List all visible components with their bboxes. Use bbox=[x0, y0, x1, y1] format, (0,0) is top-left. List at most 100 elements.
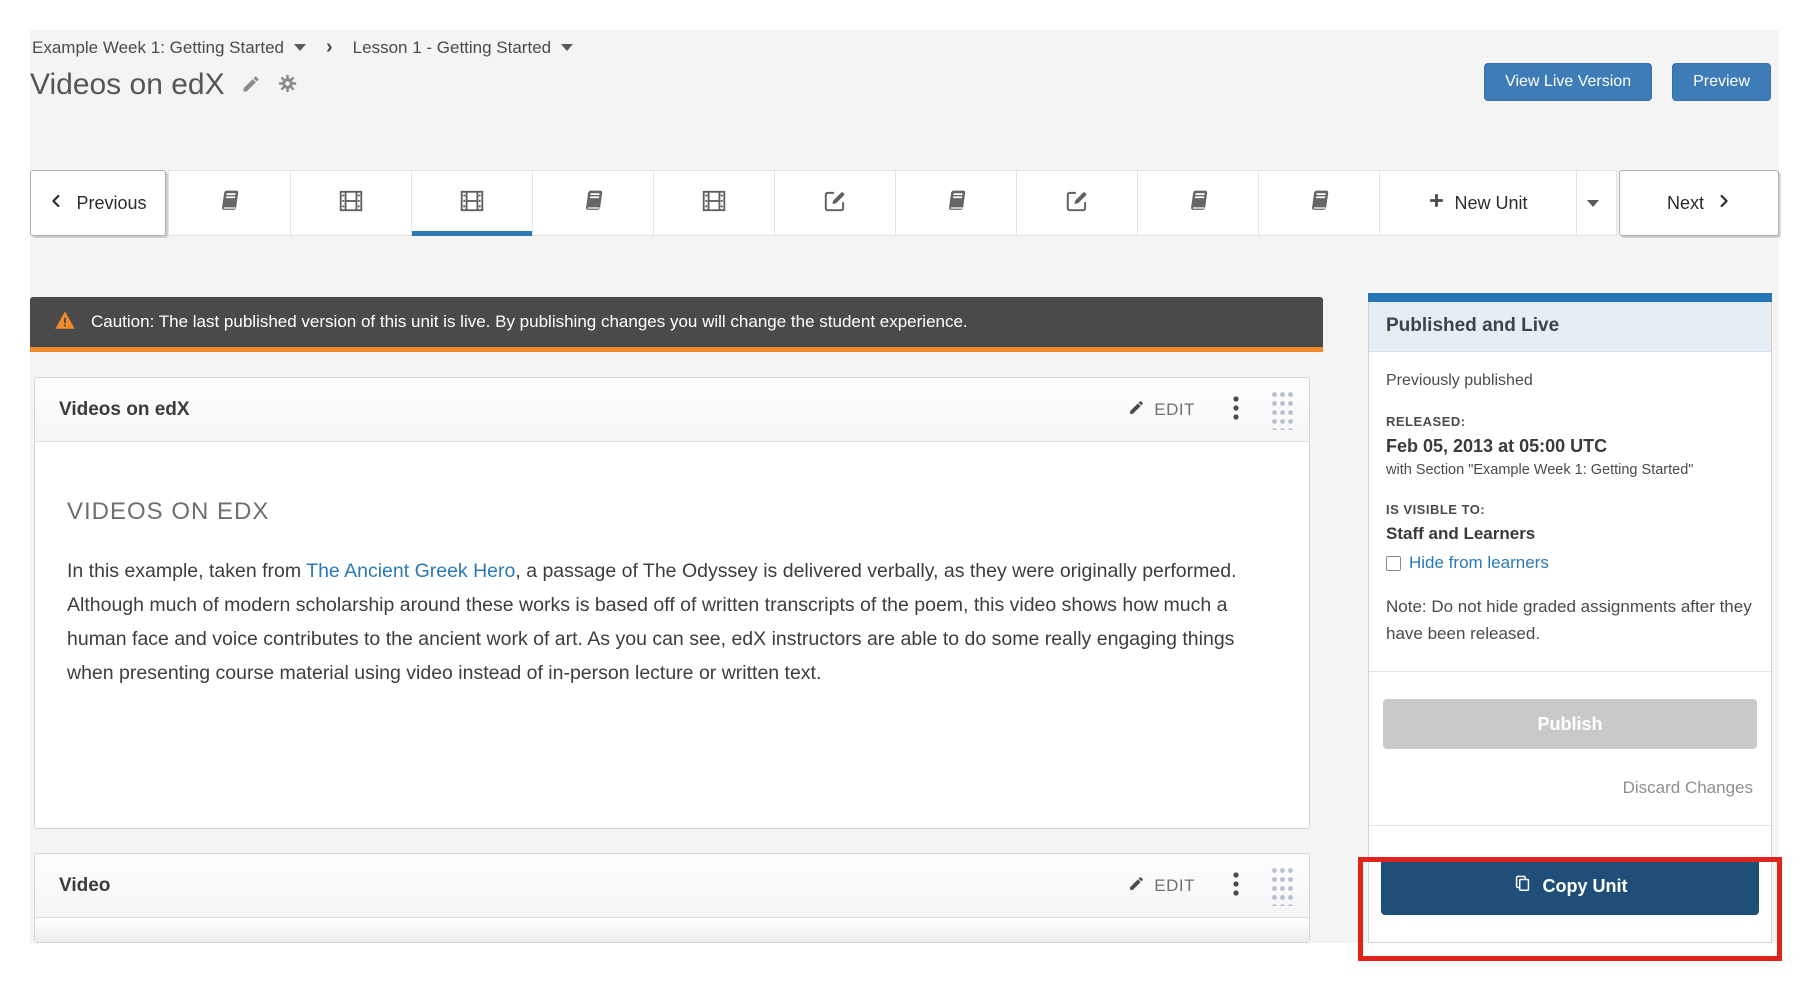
new-unit-label: New Unit bbox=[1454, 193, 1527, 214]
unit-tab-1[interactable] bbox=[169, 171, 290, 235]
unit-tab-7[interactable] bbox=[895, 171, 1016, 235]
component-menu-button[interactable] bbox=[1229, 395, 1243, 424]
previous-unit-label: Previous bbox=[76, 193, 146, 214]
next-unit-button[interactable]: Next bbox=[1619, 170, 1779, 236]
header-actions: View Live Version Preview bbox=[1484, 63, 1771, 101]
unit-navigation: Previous New Unit Next bbox=[30, 170, 1779, 236]
gear-icon bbox=[277, 73, 298, 97]
hide-from-learners-label[interactable]: Hide from learners bbox=[1409, 553, 1549, 573]
drag-handle-icon[interactable] bbox=[1271, 390, 1293, 430]
component-actions: EDIT bbox=[1122, 390, 1293, 430]
new-unit-dropdown-button[interactable] bbox=[1576, 171, 1609, 235]
sidebar-accent-bar bbox=[1368, 293, 1772, 302]
unit-tab-10[interactable] bbox=[1258, 171, 1379, 235]
publish-button[interactable]: Publish bbox=[1383, 699, 1757, 749]
breadcrumb-subsection-label: Lesson 1 - Getting Started bbox=[353, 38, 551, 58]
video-component-preview bbox=[35, 918, 1309, 943]
chevron-right-icon bbox=[1716, 192, 1731, 215]
released-with-section: with Section "Example Week 1: Getting St… bbox=[1386, 462, 1754, 478]
component-header: Video EDIT bbox=[35, 854, 1309, 918]
unit-tab-8[interactable] bbox=[1016, 171, 1137, 235]
edit-component-button[interactable]: EDIT bbox=[1122, 874, 1201, 898]
visible-to-label: IS VISIBLE TO: bbox=[1386, 502, 1754, 517]
book-icon bbox=[1186, 188, 1211, 218]
component-actions: EDIT bbox=[1122, 866, 1293, 906]
kebab-menu-icon bbox=[1233, 395, 1239, 424]
released-label: RELEASED: bbox=[1386, 414, 1754, 429]
new-unit-button[interactable]: New Unit bbox=[1379, 171, 1576, 235]
breadcrumb-section-label: Example Week 1: Getting Started bbox=[32, 38, 284, 58]
warning-triangle-icon bbox=[54, 309, 76, 336]
hide-from-learners-checkbox[interactable] bbox=[1386, 556, 1401, 571]
edit-label: EDIT bbox=[1154, 400, 1195, 420]
publish-sidebar: Published and Live Previously published … bbox=[1368, 293, 1772, 943]
component-body: VIDEOS ON EDX In this example, taken fro… bbox=[35, 442, 1309, 690]
component-menu-button[interactable] bbox=[1229, 871, 1243, 900]
sidebar-copy-section: Copy Unit bbox=[1369, 825, 1771, 915]
studio-unit-page: Example Week 1: Getting Started › Lesson… bbox=[30, 30, 1779, 943]
discard-changes-link[interactable]: Discard Changes bbox=[1383, 778, 1757, 798]
hide-note: Note: Do not hide graded assignments aft… bbox=[1386, 593, 1754, 647]
caution-banner: Caution: The last published version of t… bbox=[30, 297, 1323, 352]
sidebar-actions: Publish Discard Changes bbox=[1369, 671, 1771, 798]
unit-tab-6[interactable] bbox=[774, 171, 895, 235]
sidebar-publish-info: Previously published RELEASED: Feb 05, 2… bbox=[1369, 352, 1771, 671]
content-paragraph: In this example, taken from The Ancient … bbox=[67, 554, 1245, 690]
component-header: Videos on edX EDIT bbox=[35, 378, 1309, 442]
caution-text: Caution: The last published version of t… bbox=[91, 312, 968, 332]
page-title-row: Videos on edX bbox=[30, 68, 298, 102]
previous-unit-button[interactable]: Previous bbox=[30, 170, 166, 236]
unit-settings-button[interactable] bbox=[277, 73, 298, 97]
film-icon bbox=[701, 188, 727, 219]
view-live-version-button[interactable]: View Live Version bbox=[1484, 63, 1652, 101]
unit-tab-4[interactable] bbox=[532, 171, 653, 235]
visible-to-value: Staff and Learners bbox=[1386, 524, 1754, 544]
publish-status: Previously published bbox=[1386, 372, 1754, 390]
copy-icon bbox=[1513, 874, 1532, 898]
film-icon bbox=[338, 188, 364, 219]
film-icon bbox=[459, 188, 485, 219]
book-icon bbox=[217, 188, 242, 218]
breadcrumb-subsection[interactable]: Lesson 1 - Getting Started bbox=[353, 38, 573, 58]
edit-component-button[interactable]: EDIT bbox=[1122, 398, 1201, 422]
page-title: Videos on edX bbox=[30, 68, 225, 102]
ancient-greek-hero-link[interactable]: The Ancient Greek Hero bbox=[306, 560, 515, 582]
unit-tab-9[interactable] bbox=[1137, 171, 1258, 235]
breadcrumb: Example Week 1: Getting Started › Lesson… bbox=[32, 36, 573, 59]
preview-button[interactable]: Preview bbox=[1672, 63, 1771, 101]
edit-label: EDIT bbox=[1154, 876, 1195, 896]
book-icon bbox=[944, 188, 969, 218]
plus-icon bbox=[1428, 192, 1445, 214]
chevron-down-icon bbox=[294, 44, 306, 51]
pencil-icon bbox=[241, 74, 261, 97]
copy-unit-label: Copy Unit bbox=[1543, 876, 1628, 897]
content-heading: VIDEOS ON EDX bbox=[67, 498, 1245, 526]
book-icon bbox=[1307, 188, 1332, 218]
copy-unit-button[interactable]: Copy Unit bbox=[1381, 857, 1759, 915]
component-title: Video bbox=[59, 875, 1122, 897]
sidebar-title: Published and Live bbox=[1369, 302, 1771, 352]
edit-title-button[interactable] bbox=[241, 74, 261, 97]
unit-tab-2[interactable] bbox=[290, 171, 411, 235]
pencil-icon bbox=[1128, 875, 1145, 897]
next-unit-label: Next bbox=[1667, 193, 1704, 214]
component-card-videos-on-edx: Videos on edX EDIT VIDEOS ON EDX In thi bbox=[34, 377, 1310, 829]
pencil-icon bbox=[1128, 399, 1145, 421]
hide-from-learners-row: Hide from learners bbox=[1386, 553, 1754, 573]
edit-icon bbox=[1064, 188, 1090, 219]
breadcrumb-separator: › bbox=[326, 36, 333, 59]
paragraph-text: In this example, taken from bbox=[67, 560, 306, 582]
unit-tab-3[interactable] bbox=[411, 171, 532, 235]
component-title: Videos on edX bbox=[59, 399, 1122, 421]
kebab-menu-icon bbox=[1233, 871, 1239, 900]
unit-tab-5[interactable] bbox=[653, 171, 774, 235]
chevron-down-icon bbox=[561, 44, 573, 51]
unit-tab-strip: New Unit bbox=[168, 170, 1617, 236]
released-date: Feb 05, 2013 at 05:00 UTC bbox=[1386, 436, 1754, 457]
chevron-down-icon bbox=[1587, 200, 1599, 207]
breadcrumb-section[interactable]: Example Week 1: Getting Started bbox=[32, 38, 306, 58]
drag-handle-icon[interactable] bbox=[1271, 866, 1293, 906]
chevron-left-icon bbox=[49, 192, 64, 215]
edit-icon bbox=[822, 188, 848, 219]
book-icon bbox=[581, 188, 606, 218]
